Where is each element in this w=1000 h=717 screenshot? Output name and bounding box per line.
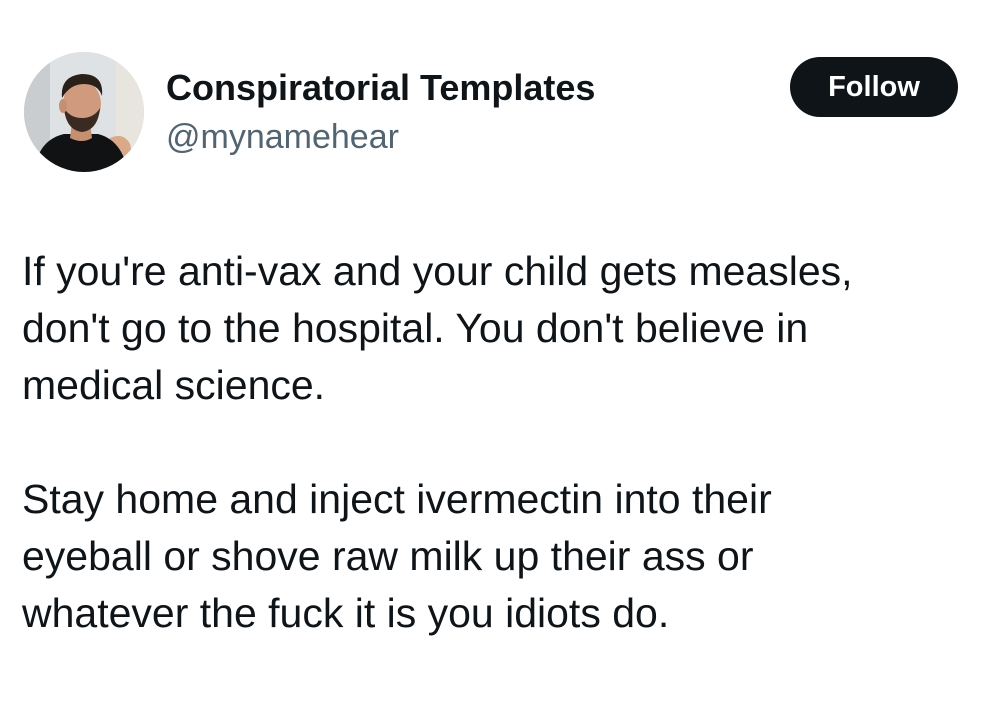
author-display-name[interactable]: Conspiratorial Templates [166,66,595,110]
author-avatar[interactable] [24,52,144,172]
avatar-photo-icon [24,52,144,172]
tweet-line: If you're anti-vax and your child gets m… [22,248,853,294]
tweet-paragraph: Stay home and inject ivermectin into the… [22,471,972,642]
tweet-line: medical science. [22,362,326,408]
tweet-card: Conspiratorial Templates @mynamehear Fol… [0,0,1000,717]
follow-button[interactable]: Follow [790,57,958,117]
tweet-line: don't go to the hospital. You don't beli… [22,305,809,351]
tweet-line: whatever the fuck it is you idiots do. [22,590,670,636]
tweet-text: If you're anti-vax and your child gets m… [22,243,972,642]
tweet-line: eyeball or shove raw milk up their ass o… [22,533,754,579]
author-handle[interactable]: @mynamehear [166,116,399,158]
tweet-line: Stay home and inject ivermectin into the… [22,476,772,522]
tweet-paragraph: If you're anti-vax and your child gets m… [22,243,972,414]
